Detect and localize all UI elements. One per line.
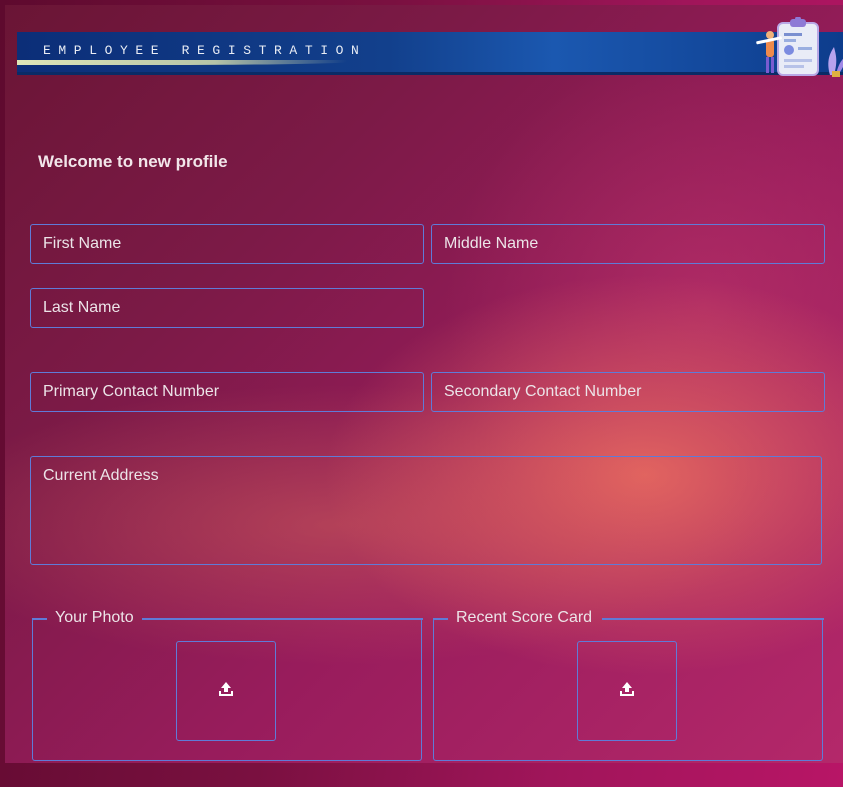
middle-name-field[interactable]: Middle Name [431,224,825,264]
address-placeholder: Current Address [43,467,159,484]
score-card-label: Recent Score Card [456,609,593,626]
secondary-contact-placeholder: Secondary Contact Number [444,383,642,400]
score-card-upload-button[interactable] [577,641,677,741]
upload-icon [619,681,635,702]
photo-label: Your Photo [55,609,134,626]
middle-name-placeholder: Middle Name [444,235,539,252]
photo-upload-group: Your Photo [32,609,423,761]
last-name-placeholder: Last Name [43,299,121,316]
last-name-field[interactable]: Last Name [30,288,424,328]
registration-panel: EMPLOYEE REGISTRATION Welcome to new pro… [5,5,843,763]
photo-upload-button[interactable] [176,641,276,741]
primary-contact-placeholder: Primary Contact Number [43,383,220,400]
upload-icon [218,681,234,702]
primary-contact-field[interactable]: Primary Contact Number [30,372,424,412]
banner-swoosh [17,60,347,65]
page-title: EMPLOYEE REGISTRATION [43,43,367,58]
secondary-contact-field[interactable]: Secondary Contact Number [431,372,825,412]
clipboard-illustration-icon [752,16,843,84]
first-name-field[interactable]: First Name [30,224,424,264]
welcome-heading: Welcome to new profile [38,152,228,171]
first-name-placeholder: First Name [43,235,122,252]
score-card-upload-group: Recent Score Card [433,609,824,761]
address-textarea[interactable]: Current Address [30,456,822,565]
header-banner: EMPLOYEE REGISTRATION [17,16,843,77]
